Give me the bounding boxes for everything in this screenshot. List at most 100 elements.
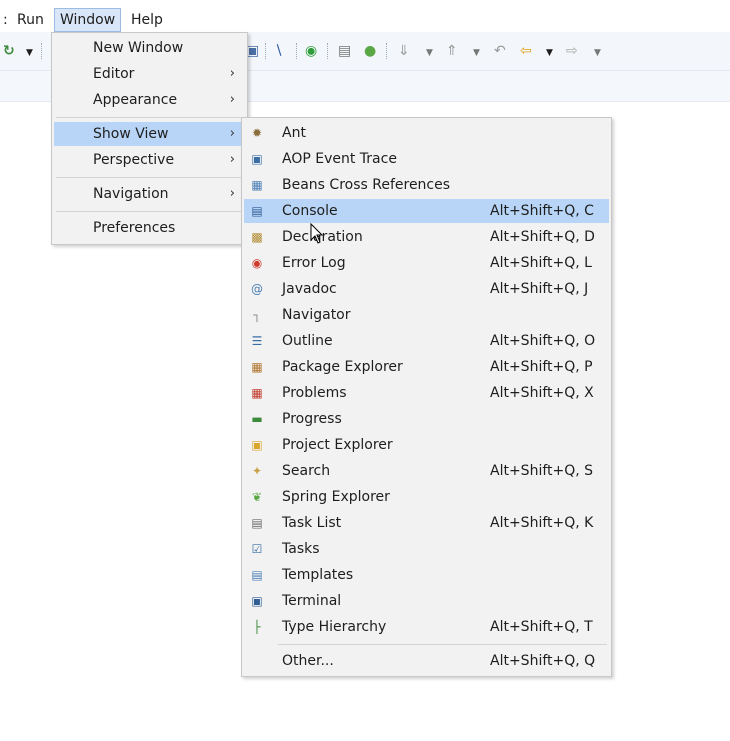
toolbar-separator (296, 43, 298, 59)
view-item-navigator[interactable]: ┐ Navigator (244, 303, 609, 327)
forward-arrow-icon[interactable]: ⇨ (566, 42, 578, 60)
view-item-tasks[interactable]: ☑ Tasks (244, 537, 609, 561)
view-item-aop-event-trace[interactable]: ▣ AOP Event Trace (244, 147, 609, 171)
view-item-label: Beans Cross References (282, 177, 451, 193)
view-item-label: Error Log (282, 255, 346, 271)
view-item-label: Terminal (282, 593, 342, 609)
view-item-console[interactable]: ▤ Console Alt+Shift+Q, C (244, 199, 609, 223)
menu-item-label: New Window (93, 40, 184, 56)
menu-item-label: Show View (93, 126, 169, 142)
view-item-ant[interactable]: ✹ Ant (244, 121, 609, 145)
view-item-project-explorer[interactable]: ▣ Project Explorer (244, 433, 609, 457)
outline-icon: ☰ (251, 334, 263, 348)
view-item-outline[interactable]: ☰ Outline Alt+Shift+Q, O (244, 329, 609, 353)
view-item-spring-explorer[interactable]: ❦ Spring Explorer (244, 485, 609, 509)
view-item-label: AOP Event Trace (282, 151, 397, 167)
menubar-item-cutoff[interactable]: : (0, 9, 13, 31)
toolbar-separator (386, 43, 388, 59)
menu-item-appearance[interactable]: Appearance › (54, 88, 245, 112)
submenu-arrow-icon: › (229, 92, 235, 107)
submenu-arrow-icon: › (229, 66, 235, 81)
toolbar-separator (41, 43, 43, 59)
progress-icon: ▬ (251, 412, 263, 426)
back-arrow-icon[interactable]: ⇦ (520, 42, 532, 60)
menubar-item-window[interactable]: Window (54, 8, 122, 32)
view-item-shortcut: Alt+Shift+Q, D (490, 229, 595, 245)
view-item-terminal[interactable]: ▣ Terminal (244, 589, 609, 613)
menu-item-new-window[interactable]: New Window (54, 36, 245, 60)
view-item-shortcut: Alt+Shift+Q, X (490, 385, 594, 401)
package-explorer-icon: ▦ (251, 360, 263, 374)
view-item-label: Outline (282, 333, 333, 349)
view-item-problems[interactable]: ▦ Problems Alt+Shift+Q, X (244, 381, 609, 405)
view-item-label: Console (282, 203, 338, 219)
menu-item-editor[interactable]: Editor › (54, 62, 245, 86)
menu-bar: : Run Window Help (0, 0, 730, 32)
dropdown-arrow-icon[interactable]: ▼ (426, 44, 433, 62)
menu-item-navigation[interactable]: Navigation › (54, 182, 245, 206)
run-tool-icon[interactable]: ↻ (3, 42, 15, 60)
view-item-declaration[interactable]: ▩ Declaration Alt+Shift+Q, D (244, 225, 609, 249)
menu-separator (56, 117, 243, 118)
view-item-shortcut: Alt+Shift+Q, Q (490, 653, 596, 669)
declaration-icon: ▩ (251, 230, 263, 244)
view-item-label: Other... (282, 653, 334, 669)
menubar-item-help[interactable]: Help (126, 9, 168, 31)
menu-item-perspective[interactable]: Perspective › (54, 148, 245, 172)
view-item-error-log[interactable]: ◉ Error Log Alt+Shift+Q, L (244, 251, 609, 275)
javadoc-icon: @ (251, 282, 263, 296)
view-item-templates[interactable]: ▤ Templates (244, 563, 609, 587)
last-edit-location-icon[interactable]: ↶ (494, 42, 506, 60)
view-item-task-list[interactable]: ▤ Task List Alt+Shift+Q, K (244, 511, 609, 535)
view-item-shortcut: Alt+Shift+Q, S (490, 463, 594, 479)
view-item-label: Task List (282, 515, 342, 531)
terminal-icon: ▣ (251, 594, 263, 608)
spring-boot-icon[interactable]: ◉ (305, 42, 317, 60)
menu-item-label: Perspective (93, 152, 175, 168)
menu-item-preferences[interactable]: Preferences (54, 216, 245, 240)
spring-tool-icon[interactable]: ● (364, 42, 376, 60)
view-item-search[interactable]: ✦ Search Alt+Shift+Q, S (244, 459, 609, 483)
dropdown-arrow-icon[interactable]: ▼ (594, 44, 601, 62)
next-annotation-icon[interactable]: ⇓ (398, 42, 410, 60)
beans-icon: ▦ (251, 178, 263, 192)
menu-item-label: Editor (93, 66, 135, 82)
previous-annotation-icon[interactable]: ⇑ (446, 42, 458, 60)
view-item-progress[interactable]: ▬ Progress (244, 407, 609, 431)
view-item-other[interactable]: Other... Alt+Shift+Q, Q (244, 649, 609, 673)
menu-item-label: Navigation (93, 186, 169, 202)
toolbar-separator (327, 43, 329, 59)
task-list-icon: ▤ (251, 516, 263, 530)
view-item-package-explorer[interactable]: ▦ Package Explorer Alt+Shift+Q, P (244, 355, 609, 379)
view-item-label: Spring Explorer (282, 489, 390, 505)
menu-item-show-view[interactable]: Show View › (54, 122, 245, 146)
skip-breakpoints-icon[interactable]: ∖ (274, 42, 283, 60)
window-menu: New Window Editor › Appearance › Show Vi… (51, 32, 248, 245)
view-item-label: Ant (282, 125, 306, 141)
view-item-type-hierarchy[interactable]: ├ Type Hierarchy Alt+Shift+Q, T (244, 615, 609, 639)
dropdown-arrow-icon[interactable]: ▼ (473, 44, 480, 62)
view-item-label: Progress (282, 411, 342, 427)
view-item-shortcut: Alt+Shift+Q, C (490, 203, 594, 219)
view-item-label: Templates (282, 567, 354, 583)
view-item-shortcut: Alt+Shift+Q, P (490, 359, 593, 375)
menu-separator (278, 644, 607, 645)
submenu-arrow-icon: › (229, 152, 235, 167)
view-item-javadoc[interactable]: @ Javadoc Alt+Shift+Q, J (244, 277, 609, 301)
menubar-item-run[interactable]: Run (12, 9, 49, 31)
view-item-shortcut: Alt+Shift+Q, O (490, 333, 596, 349)
view-item-label: Tasks (282, 541, 320, 557)
view-item-label: Package Explorer (282, 359, 403, 375)
submenu-arrow-icon: › (229, 186, 235, 201)
menu-separator (56, 211, 243, 212)
navigator-icon: ┐ (253, 308, 261, 322)
menu-item-label: Preferences (93, 220, 176, 236)
monitor-icon: ▣ (251, 152, 263, 166)
view-item-label: Type Hierarchy (282, 619, 387, 635)
search-icon: ✦ (251, 464, 263, 478)
view-item-label: Project Explorer (282, 437, 393, 453)
dropdown-arrow-icon[interactable]: ▼ (546, 44, 553, 62)
view-item-beans-cross-references[interactable]: ▦ Beans Cross References (244, 173, 609, 197)
open-type-icon[interactable]: ▤ (338, 42, 351, 60)
dropdown-arrow-icon[interactable]: ▼ (26, 44, 33, 62)
